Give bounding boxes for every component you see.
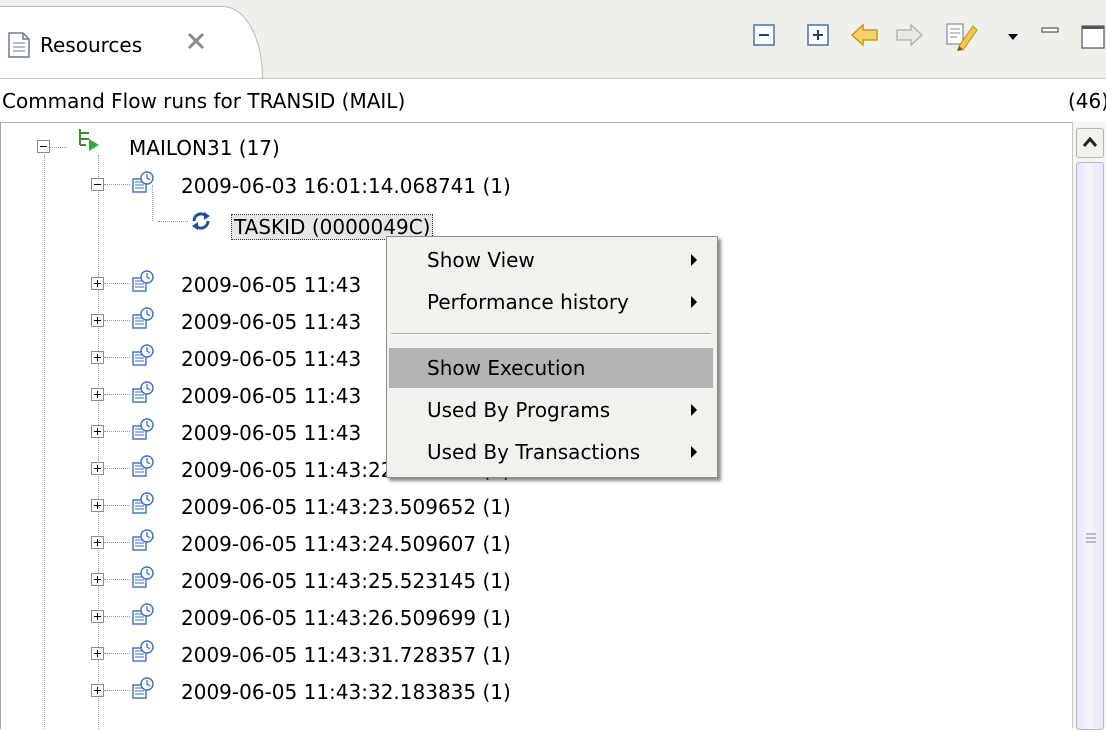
tree-guide-line (104, 184, 130, 185)
expand-toggle-icon[interactable] (91, 573, 104, 586)
collapse-toggle-icon[interactable] (37, 140, 50, 153)
run-label: 2009-06-05 11:43:23.509652 (1) (181, 495, 511, 519)
menu-item-label: Show View (427, 248, 535, 272)
run-label: 2009-06-05 11:43 (181, 273, 362, 297)
run-icon (132, 344, 154, 366)
run-label: 2009-06-05 11:43 (181, 421, 362, 445)
run-label: 2009-06-05 11:43:24.509607 (1) (181, 532, 511, 556)
menu-item-used-by-programs[interactable]: Used By Programs (389, 390, 713, 430)
expand-toggle-icon[interactable] (91, 425, 104, 438)
tree-guide-line (104, 653, 130, 654)
expand-toggle-icon[interactable] (91, 499, 104, 512)
expand-toggle-icon[interactable] (91, 610, 104, 623)
run-label: 2009-06-05 11:43:32.183835 (1) (181, 680, 511, 704)
run-label: 2009-06-05 11:43:31.728357 (1) (181, 643, 511, 667)
tree-guide-line (104, 690, 130, 691)
run-label: 2009-06-05 11:43:25.523145 (1) (181, 569, 511, 593)
tree-guide-line (104, 616, 130, 617)
menu-item-label: Used By Programs (427, 398, 611, 422)
run-icon (132, 418, 154, 440)
tab-title: Resources (40, 33, 143, 57)
tree-guide-line (104, 357, 130, 358)
tree-guide-line (49, 147, 67, 148)
expand-toggle-icon[interactable] (91, 647, 104, 660)
run-label: 2009-06-05 11:43:26.509699 (1) (181, 606, 511, 630)
tree-guide-line (158, 221, 188, 222)
run-count: (46) (1068, 89, 1106, 113)
expand-toggle-icon[interactable] (91, 462, 104, 475)
expand-all-icon[interactable] (806, 20, 832, 52)
highlight-icon[interactable] (945, 20, 979, 52)
forward-icon[interactable] (894, 20, 924, 52)
run-label: 2009-06-03 16:01:14.068741 (1) (181, 174, 511, 198)
scroll-grip-icon (1086, 533, 1096, 543)
tree-guide-line (104, 431, 130, 432)
run-icon (132, 566, 154, 588)
run-icon (132, 270, 154, 292)
run-icon (132, 455, 154, 477)
tree-guide-line (104, 320, 130, 321)
scroll-up-button[interactable] (1076, 128, 1104, 158)
collapse-toggle-icon[interactable] (91, 178, 104, 191)
expand-toggle-icon[interactable] (91, 351, 104, 364)
run-label: 2009-06-05 11:43 (181, 310, 362, 334)
expand-toggle-icon[interactable] (91, 388, 104, 401)
run-icon (132, 381, 154, 403)
tree-guide-line (104, 283, 130, 284)
submenu-arrow-icon (691, 404, 697, 416)
run-icon (132, 603, 154, 625)
menu-item-show-execution[interactable]: Show Execution (389, 348, 713, 388)
close-icon[interactable] (186, 31, 206, 51)
collapse-all-icon[interactable] (752, 20, 778, 52)
chevron-up-icon (1082, 136, 1098, 147)
tree-guide-line (104, 579, 130, 580)
tree-guide-line (44, 155, 45, 729)
run-icon (132, 640, 154, 662)
menu-item-used-by-transactions[interactable]: Used By Transactions (389, 432, 713, 472)
menu-item-label: Performance history (427, 290, 629, 314)
menu-item-performance-history[interactable]: Performance history (389, 282, 713, 322)
expand-toggle-icon[interactable] (91, 684, 104, 697)
tree-guide-line (104, 505, 130, 506)
run-icon (132, 492, 154, 514)
context-menu: Show View Performance history Show Execu… (386, 236, 718, 478)
view-header: Command Flow runs for TRANSID (MAIL) (46… (0, 80, 1106, 122)
tree-guide-line (104, 394, 130, 395)
view-tab-bar: Resources (0, 0, 1106, 79)
maximize-icon[interactable] (1080, 20, 1106, 52)
refresh-task-icon (192, 212, 210, 230)
command-flow-icon (79, 129, 99, 151)
run-label: 2009-06-05 11:43 (181, 347, 362, 371)
run-icon (132, 171, 154, 193)
vertical-scrollbar[interactable] (1072, 122, 1106, 730)
resources-tab[interactable]: Resources (0, 6, 263, 78)
back-icon[interactable] (850, 20, 880, 52)
tree-guide-line (98, 155, 99, 729)
minimize-icon[interactable] (1040, 20, 1062, 52)
run-icon (132, 677, 154, 699)
document-icon (8, 32, 30, 58)
expand-toggle-icon[interactable] (91, 536, 104, 549)
root-label: MAILON31 (17) (129, 136, 280, 160)
run-icon (132, 307, 154, 329)
menu-item-label: Used By Transactions (427, 440, 641, 464)
scroll-thumb[interactable] (1076, 162, 1104, 730)
expand-toggle-icon[interactable] (91, 314, 104, 327)
run-icon (132, 529, 154, 551)
run-label: 2009-06-05 11:43 (181, 384, 362, 408)
menu-item-show-view[interactable]: Show View (389, 240, 713, 280)
submenu-arrow-icon (691, 446, 697, 458)
submenu-arrow-icon (691, 296, 697, 308)
menu-item-label: Show Execution (427, 356, 586, 380)
submenu-arrow-icon (691, 254, 697, 266)
tree-guide-line (104, 468, 130, 469)
expand-toggle-icon[interactable] (91, 277, 104, 290)
view-title: Command Flow runs for TRANSID (MAIL) (2, 89, 406, 113)
tree-guide-line (104, 542, 130, 543)
view-menu-icon[interactable] (1006, 20, 1020, 52)
menu-separator (391, 333, 711, 335)
